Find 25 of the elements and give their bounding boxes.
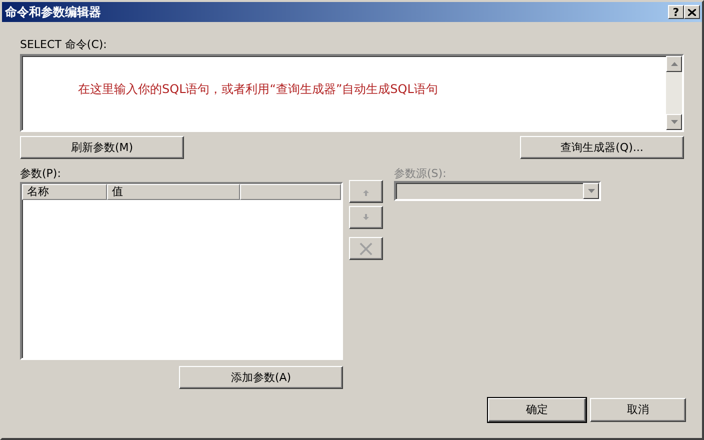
scroll-up-icon[interactable]	[670, 62, 678, 66]
down-arrow-icon	[361, 212, 371, 222]
x-icon	[359, 242, 373, 256]
cancel-button[interactable]: 取消	[590, 398, 686, 422]
close-button[interactable]	[684, 5, 700, 19]
query-builder-button[interactable]: 查询生成器(Q)...	[520, 136, 684, 159]
sql-hint-text: 在这里输入你的SQL语句，或者利用“查询生成器”自动生成SQL语句	[77, 81, 439, 98]
help-button[interactable]: ?	[668, 5, 684, 19]
ok-button[interactable]: 确定	[488, 398, 586, 422]
close-icon[interactable]	[688, 8, 696, 16]
column-header[interactable]: 名称	[22, 184, 107, 200]
column-header[interactable]	[240, 184, 341, 200]
parameter-source-dropdown[interactable]	[394, 181, 601, 201]
refresh-parameters-button[interactable]: 刷新参数(M)	[20, 136, 184, 159]
sql-text-area[interactable]: 在这里输入你的SQL语句，或者利用“查询生成器”自动生成SQL语句	[20, 54, 684, 132]
column-header[interactable]: 值	[107, 184, 240, 200]
add-parameter-button[interactable]: 添加参数(A)	[179, 366, 343, 389]
window-title: 命令和参数编辑器	[5, 4, 101, 20]
parameters-grid[interactable]: 名称 值	[20, 182, 343, 360]
scroll-down-icon[interactable]	[670, 120, 678, 124]
command-label: SELECT 命令(C):	[20, 38, 108, 52]
vertical-scrollbar[interactable]	[666, 56, 682, 130]
parameters-label: 参数(P):	[20, 167, 62, 182]
dropdown-arrow-icon[interactable]	[588, 189, 594, 193]
parameter-source-label: 参数源(S):	[394, 167, 448, 182]
